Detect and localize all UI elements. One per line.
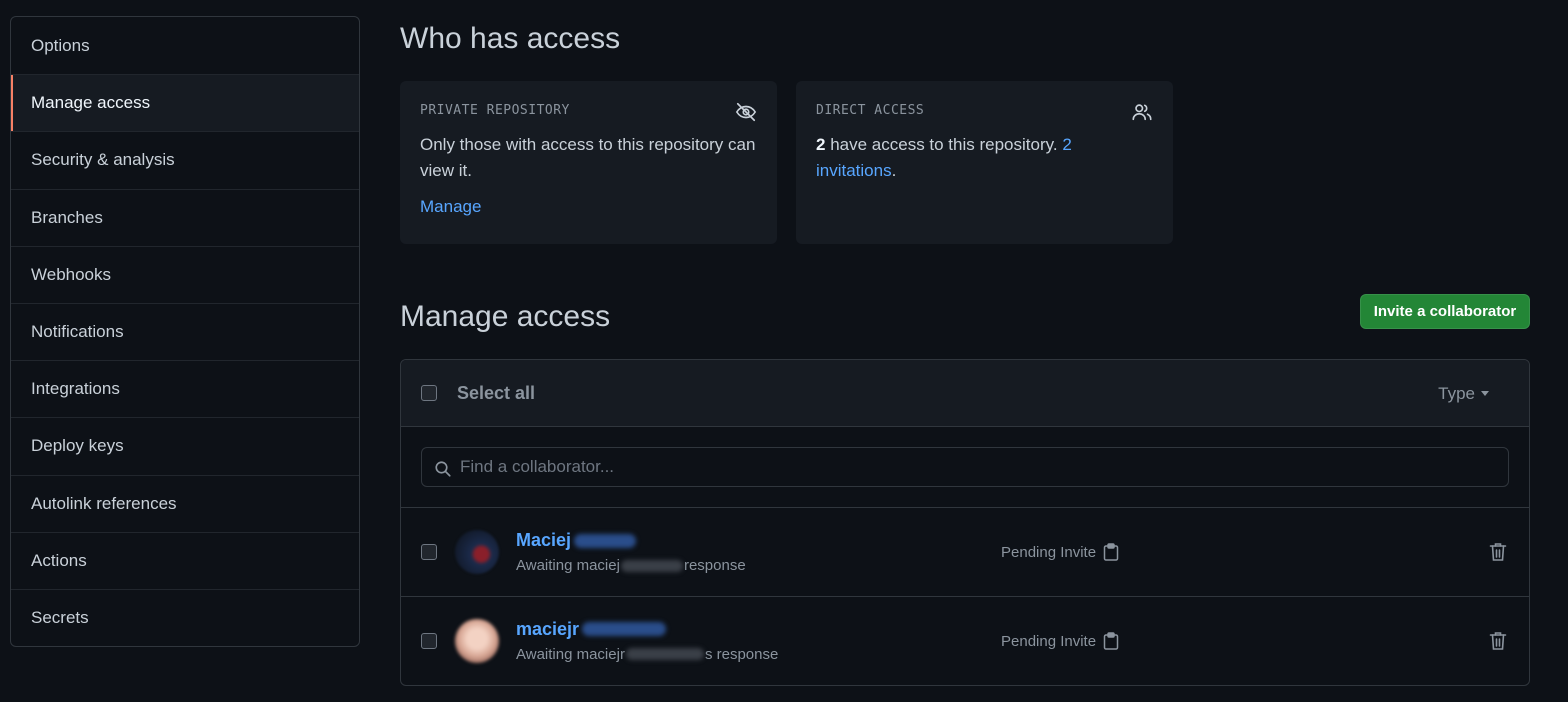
trash-icon[interactable] [1489,542,1507,562]
eye-closed-icon [735,102,757,122]
direct-access-label: DIRECT ACCESS [816,103,925,118]
sidebar-item-autolink-references[interactable]: Autolink references [11,474,359,532]
pending-invite-label: Pending Invite [1001,632,1097,650]
sidebar-item-integrations[interactable]: Integrations [11,360,359,417]
pending-invite-label: Pending Invite [1001,543,1097,561]
search-section [401,427,1529,508]
sidebar-item-manage-access[interactable]: Manage access [11,74,359,132]
collaborator-status-text: Awaiting maciej response [516,557,746,574]
search-box [421,447,1509,487]
manage-access-title: Manage access [400,300,611,333]
caret-down-icon [1481,391,1489,396]
sidebar-item-security-analysis[interactable]: Security & analysis [11,131,359,188]
sidebar-item-options[interactable]: Options [11,17,359,74]
clipboard-icon[interactable] [1103,543,1119,561]
settings-sidebar: Options Manage access Security & analysi… [10,16,360,647]
awaiting-suffix: s response [704,645,779,663]
awaiting-prefix: Awaiting maciejr [516,645,625,663]
sidebar-item-webhooks[interactable]: Webhooks [11,245,359,303]
sidebar-item-branches[interactable]: Branches [11,188,359,246]
direct-access-text: 2 have access to this repository. 2 invi… [816,132,1153,184]
redacted-name [582,622,667,636]
direct-access-desc: have access to this repository. [825,135,1063,154]
trash-icon[interactable] [1489,631,1507,651]
direct-access-card: DIRECT ACCESS 2 have access to this repo… [796,81,1173,244]
find-collaborator-input[interactable] [422,448,1508,486]
sidebar-item-secrets[interactable]: Secrets [11,588,359,646]
avatar [455,530,499,574]
clipboard-icon[interactable] [1103,632,1119,650]
collaborator-name[interactable]: Maciej [516,530,746,551]
direct-access-period: . [891,161,897,180]
type-filter-dropdown[interactable]: Type [1438,360,1489,427]
collaborators-box: Select all Type Maciej Awaiting maciej r… [400,359,1530,686]
settings-page: Options Manage access Security & analysi… [0,0,1568,702]
manage-link[interactable]: Manage [420,197,481,217]
private-repository-label: PRIVATE REPOSITORY [420,103,570,118]
search-icon [435,461,451,477]
redacted-username [620,559,683,572]
redacted-username [625,648,704,660]
private-repository-card: PRIVATE REPOSITORY Only those with acces… [400,81,777,244]
avatar [455,618,499,663]
collaborator-row: maciejr Awaiting maciejr s response Pendi… [401,596,1529,684]
pending-invite-status: Pending Invite [1001,597,1119,685]
collaborator-name-text: maciejr [516,618,580,639]
select-all-label: Select all [457,382,536,403]
sidebar-item-notifications[interactable]: Notifications [11,302,359,360]
redacted-name [574,533,637,548]
collaborator-row: Maciej Awaiting maciej response Pending … [401,508,1529,596]
collaborator-status-text: Awaiting maciejr s response [516,646,778,663]
type-filter-label: Type [1438,383,1475,403]
collaborator-info: maciejr Awaiting maciejr s response [516,619,778,663]
collaborator-name-text: Maciej [516,530,572,550]
awaiting-prefix: Awaiting maciej [516,557,620,574]
sidebar-item-actions[interactable]: Actions [11,531,359,589]
awaiting-suffix: response [683,557,746,574]
invite-collaborator-button[interactable]: Invite a collaborator [1360,294,1530,329]
collaborator-name[interactable]: maciejr [516,619,778,640]
collaborator-checkbox[interactable] [421,544,437,560]
collaborator-info: Maciej Awaiting maciej response [516,530,746,574]
sidebar-item-deploy-keys[interactable]: Deploy keys [11,417,359,474]
collaborators-header: Select all Type [401,360,1529,427]
people-icon [1132,104,1152,121]
pending-invite-status: Pending Invite [1001,508,1119,596]
select-all-checkbox[interactable] [421,385,437,401]
who-has-access-title: Who has access [400,22,621,55]
collaborator-checkbox[interactable] [421,632,437,649]
private-repository-text: Only those with access to this repositor… [420,135,756,180]
